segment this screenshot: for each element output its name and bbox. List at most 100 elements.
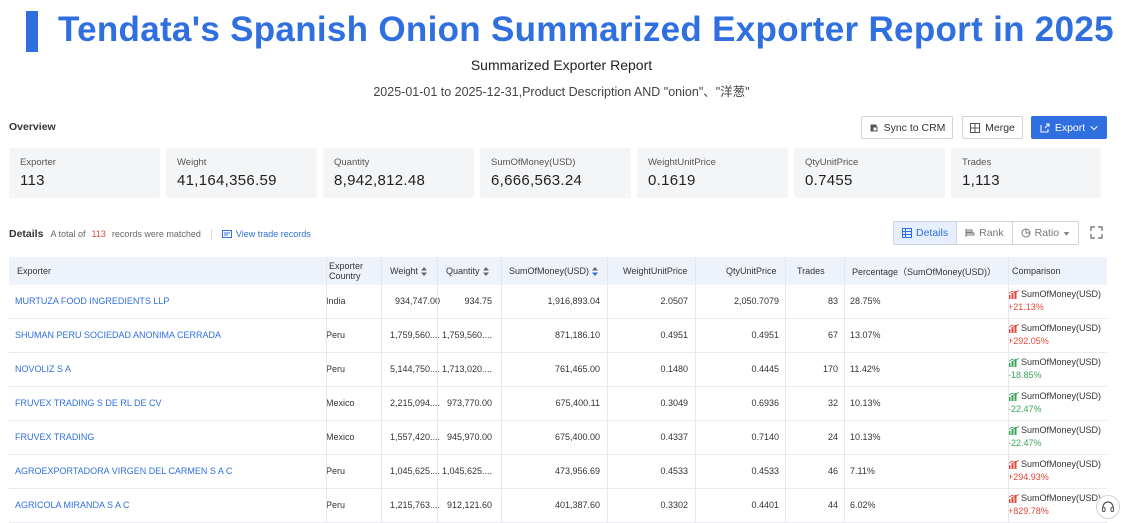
col-qty-unit-price: QtyUnitPrice [726, 266, 777, 276]
col-quantity-label: Quantity [446, 266, 480, 276]
comparison-change: -22.47% [1008, 404, 1042, 414]
table-row: NOVOLIZ S A Peru 5,144,750.... 1,713,020...… [9, 353, 1107, 387]
cell-weight: 1,557,420.... [389, 432, 440, 442]
table-row: FRUVEX TRADING S DE RL DE CV Mexico 2,215,… [9, 387, 1107, 421]
merge-icon [970, 122, 981, 133]
cell-exporter[interactable]: SHUMAN PERU SOCIEDAD ANONIMA CERRADA [15, 330, 315, 340]
comparison-label-text: SumOfMoney(USD) [1021, 459, 1102, 469]
card-weight: Weight 41,164,356.59 [166, 148, 317, 198]
cell-percentage: 10.13% [850, 398, 881, 408]
column-divider [1008, 257, 1009, 523]
cell-comparison: SumOfMoney(USD) -22.47% [1008, 391, 1107, 414]
cell-weight-unit-price: 0.1480 [660, 364, 688, 374]
cell-exporter[interactable]: NOVOLIZ S A [15, 364, 315, 374]
cell-percentage: 13.07% [850, 330, 881, 340]
comparison-label-text: SumOfMoney(USD) [1021, 323, 1102, 333]
fullscreen-icon[interactable] [1090, 226, 1103, 239]
tab-details[interactable]: Details [894, 222, 957, 244]
col-quantity[interactable]: Quantity [446, 257, 489, 285]
col-exporter-country-line1: Exporter [329, 261, 364, 271]
cell-qty-unit-price: 2,050.7079 [733, 296, 779, 306]
col-weight-label: Weight [390, 266, 418, 276]
total-suffix: records were matched [111, 229, 201, 239]
cell-qty-unit-price: 0.4401 [751, 500, 779, 510]
trend-up-icon [1008, 289, 1019, 299]
card-label: Weight [177, 157, 207, 168]
cell-exporter[interactable]: FRUVEX TRADING S DE RL DE CV [15, 398, 315, 408]
merge-button[interactable]: Merge [962, 116, 1023, 139]
sync-icon [870, 124, 878, 131]
column-divider [381, 257, 382, 523]
help-button[interactable] [1096, 495, 1120, 519]
card-label: SumOfMoney(USD) [491, 157, 576, 168]
cell-trades: 67 [827, 330, 838, 340]
sync-to-crm-button[interactable]: Sync to CRM [861, 116, 953, 139]
comparison-label: SumOfMoney(USD) [1008, 425, 1107, 435]
card-value: 8,942,812.48 [334, 172, 426, 189]
cell-exporter[interactable]: FRUVEX TRADING [15, 432, 315, 442]
cell-qty-unit-price: 0.4951 [751, 330, 779, 340]
col-sum-of-money[interactable]: SumOfMoney(USD) [509, 257, 599, 285]
tab-ratio-label: Ratio [1034, 227, 1060, 239]
cell-trades: 170 [822, 364, 838, 374]
comparison-change: +294.93% [1008, 472, 1049, 482]
cell-trades: 83 [827, 296, 838, 306]
cell-weight: 1,045,625.... [389, 466, 440, 476]
cell-comparison: SumOfMoney(USD) +21.13% [1008, 289, 1107, 312]
cell-comparison: SumOfMoney(USD) -18.85% [1008, 357, 1107, 380]
column-divider [607, 257, 608, 523]
cell-weight-unit-price: 0.3049 [660, 398, 688, 408]
cell-sum-of-money: 473,956.69 [554, 466, 600, 476]
cell-qty-unit-price: 0.6936 [751, 398, 779, 408]
cell-exporter[interactable]: AGRICOLA MIRANDA S A C [15, 500, 315, 510]
card-sum-of-money: SumOfMoney(USD) 6,666,563.24 [480, 148, 631, 198]
col-exporter-country: Exporter Country [329, 257, 363, 285]
tab-details-label: Details [916, 227, 949, 239]
comparison-label-text: SumOfMoney(USD) [1021, 425, 1102, 435]
table-header: Exporter Exporter Country Weight Quantit… [9, 257, 1107, 285]
card-exporter: Exporter 113 [9, 148, 160, 198]
cell-percentage: 11.42% [850, 364, 880, 374]
cell-trades: 24 [827, 432, 838, 442]
cell-weight-unit-price: 0.4337 [660, 432, 688, 442]
details-bar: Details A total of 113 records were matc… [9, 226, 311, 242]
tab-rank[interactable]: Rank [956, 222, 1012, 244]
tab-ratio[interactable]: Ratio [1011, 222, 1079, 244]
comparison-change: -22.47% [1008, 438, 1042, 448]
cell-country: Mexico [326, 432, 355, 442]
col-weight[interactable]: Weight [390, 257, 427, 285]
comparison-label: SumOfMoney(USD) [1008, 357, 1107, 367]
cell-qty-unit-price: 0.4533 [751, 466, 779, 476]
column-divider [326, 257, 327, 523]
cell-quantity: 1,713,020.... [441, 364, 492, 374]
card-value: 0.7455 [805, 172, 853, 189]
table-row: FRUVEX TRADING Mexico 1,557,420.... 945,970… [9, 421, 1107, 455]
cell-weight: 1,215,763.... [389, 500, 440, 510]
view-trade-records-link[interactable]: View trade records [221, 229, 311, 239]
cell-percentage: 6.02% [850, 500, 876, 510]
comparison-label: SumOfMoney(USD) [1008, 459, 1107, 469]
cell-weight-unit-price: 2.0507 [660, 296, 688, 306]
cell-sum-of-money: 871,186.10 [554, 330, 600, 340]
cell-exporter[interactable]: MURTUZA FOOD INGREDIENTS LLP [15, 296, 315, 306]
cell-qty-unit-price: 0.4445 [751, 364, 779, 374]
comparison-change: +829.78% [1008, 506, 1049, 516]
sort-icon [482, 266, 489, 276]
comparison-label: SumOfMoney(USD) [1008, 493, 1107, 503]
col-comparison: Comparison [1012, 266, 1061, 276]
details-label: Details [9, 228, 44, 240]
cell-weight-unit-price: 0.4533 [660, 466, 688, 476]
cell-exporter[interactable]: AGROEXPORTADORA VIRGEN DEL CARMEN S A C [15, 466, 315, 476]
trend-up-icon [1008, 459, 1019, 469]
cell-sum-of-money: 675,400.11 [555, 398, 600, 408]
divider [210, 228, 212, 240]
column-divider [501, 257, 502, 523]
cell-sum-of-money: 675,400.00 [554, 432, 600, 442]
comparison-label-text: SumOfMoney(USD) [1021, 391, 1102, 401]
cell-weight-unit-price: 0.3302 [660, 500, 688, 510]
comparison-change: +21.13% [1008, 302, 1044, 312]
export-button[interactable]: Export [1031, 116, 1107, 139]
cell-weight: 5,144,750.... [389, 364, 440, 374]
card-qty-unit-price: QtyUnitPrice 0.7455 [794, 148, 945, 198]
chevron-down-icon [1090, 125, 1098, 130]
